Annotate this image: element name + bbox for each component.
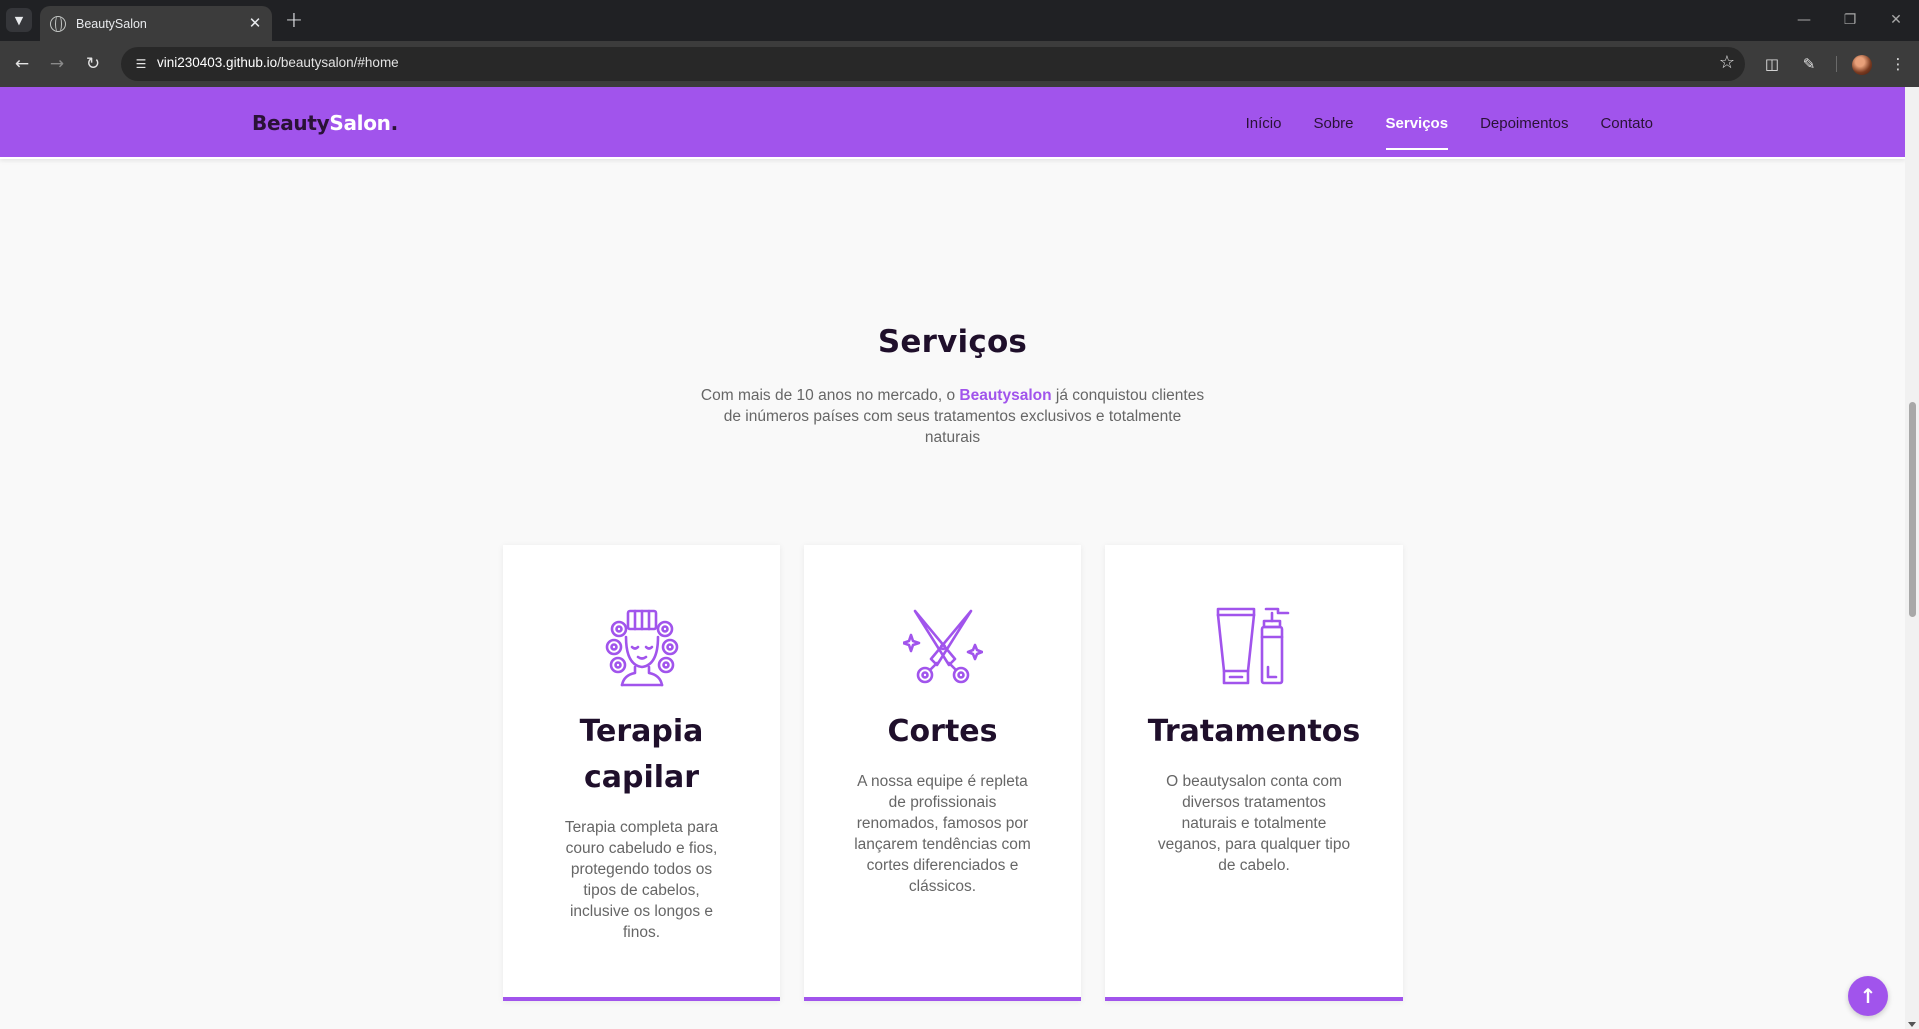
- toolbar-divider: [1836, 56, 1837, 72]
- window-close-icon[interactable]: ✕: [1884, 8, 1908, 32]
- logo-salon: Salon: [329, 111, 391, 135]
- new-tab-button[interactable]: +: [282, 8, 306, 33]
- service-card-cortes: Cortes A nossa equipe é repleta de profi…: [804, 545, 1081, 1001]
- nav-link-contato[interactable]: Contato: [1600, 87, 1653, 159]
- url-path: /beautysalon/#home: [277, 55, 399, 70]
- url-text[interactable]: vini230403.github.io/beautysalon/#home: [157, 55, 399, 70]
- minimize-icon[interactable]: —: [1792, 8, 1816, 32]
- forward-arrow-icon[interactable]: →: [45, 52, 69, 76]
- browser-tab-strip: ▼ BeautySalon ✕ + — ❐ ✕: [0, 0, 1919, 41]
- nav-link-depoimentos[interactable]: Depoimentos: [1480, 87, 1568, 159]
- profile-avatar[interactable]: [1852, 55, 1872, 75]
- page-scrollbar[interactable]: [1905, 87, 1919, 1029]
- restore-icon[interactable]: ❐: [1838, 8, 1862, 32]
- scrollbar-thumb[interactable]: [1909, 402, 1916, 617]
- card-title: Terapia capilar: [579, 714, 704, 795]
- url-host: vini230403.github.io: [157, 55, 278, 70]
- menu-kebab-icon[interactable]: ⋮: [1886, 52, 1910, 76]
- services-description: Com mais de 10 anos no mercado, o Beauty…: [700, 385, 1205, 448]
- reload-icon[interactable]: ↻: [81, 52, 105, 76]
- services-title: Serviços: [877, 324, 1028, 360]
- nav-link-inicio[interactable]: Início: [1246, 87, 1282, 159]
- card-title: Tratamentos: [1147, 714, 1361, 749]
- site-logo[interactable]: BeautySalon.: [252, 111, 398, 135]
- site-header: BeautySalon. Início Sobre Serviços Depoi…: [0, 87, 1905, 159]
- card-title: Cortes: [887, 714, 998, 749]
- back-arrow-icon[interactable]: ←: [10, 52, 34, 76]
- tab-search-button[interactable]: ▼: [6, 8, 32, 32]
- card-text: O beautysalon conta com diversos tratame…: [1157, 773, 1351, 874]
- card-text: A nossa equipe é repleta de profissionai…: [854, 773, 1031, 895]
- extensions-icon[interactable]: ✎: [1797, 52, 1821, 76]
- logo-dot: .: [390, 111, 399, 135]
- nav-link-sobre[interactable]: Sobre: [1313, 87, 1353, 159]
- desc-before: Com mais de 10 anos no mercado, o: [700, 387, 960, 404]
- logo-beauty: Beauty: [252, 111, 330, 135]
- page-viewport: BeautySalon. Início Sobre Serviços Depoi…: [0, 87, 1905, 1029]
- browser-tab[interactable]: BeautySalon ✕: [40, 6, 272, 41]
- scissors-icon: [902, 609, 983, 684]
- tab-title: BeautySalon: [76, 16, 147, 31]
- scroll-down-arrow-icon[interactable]: [1908, 1022, 1916, 1027]
- address-bar[interactable]: ☰ vini230403.github.io/beautysalon/#home…: [121, 47, 1745, 81]
- nav-link-servicos[interactable]: Serviços: [1385, 87, 1448, 159]
- arrow-up-icon: ↑: [1859, 984, 1877, 1008]
- service-card-terapia: Terapia capilar Terapia completa para co…: [503, 545, 780, 1001]
- main-nav: Início Sobre Serviços Depoimentos Contat…: [1246, 87, 1653, 159]
- browser-toolbar: ← → ↻ ☰ vini230403.github.io/beautysalon…: [0, 41, 1919, 87]
- bookmark-star-icon[interactable]: ☆: [1719, 52, 1735, 73]
- back-to-top-button[interactable]: ↑: [1848, 976, 1888, 1016]
- cosmetic-bottles-icon: [1216, 607, 1290, 685]
- service-card-tratamentos: Tratamentos O beautysalon conta com dive…: [1105, 545, 1403, 1001]
- card-text: Terapia completa para couro cabeludo e f…: [564, 819, 719, 941]
- globe-icon: [50, 15, 66, 32]
- tab-close-icon[interactable]: ✕: [246, 14, 264, 32]
- hair-curlers-icon: [605, 609, 678, 687]
- reading-mode-icon[interactable]: ◫: [1760, 52, 1784, 76]
- site-info-icon[interactable]: ☰: [131, 54, 151, 74]
- desc-brand: Beautysalon: [959, 387, 1052, 404]
